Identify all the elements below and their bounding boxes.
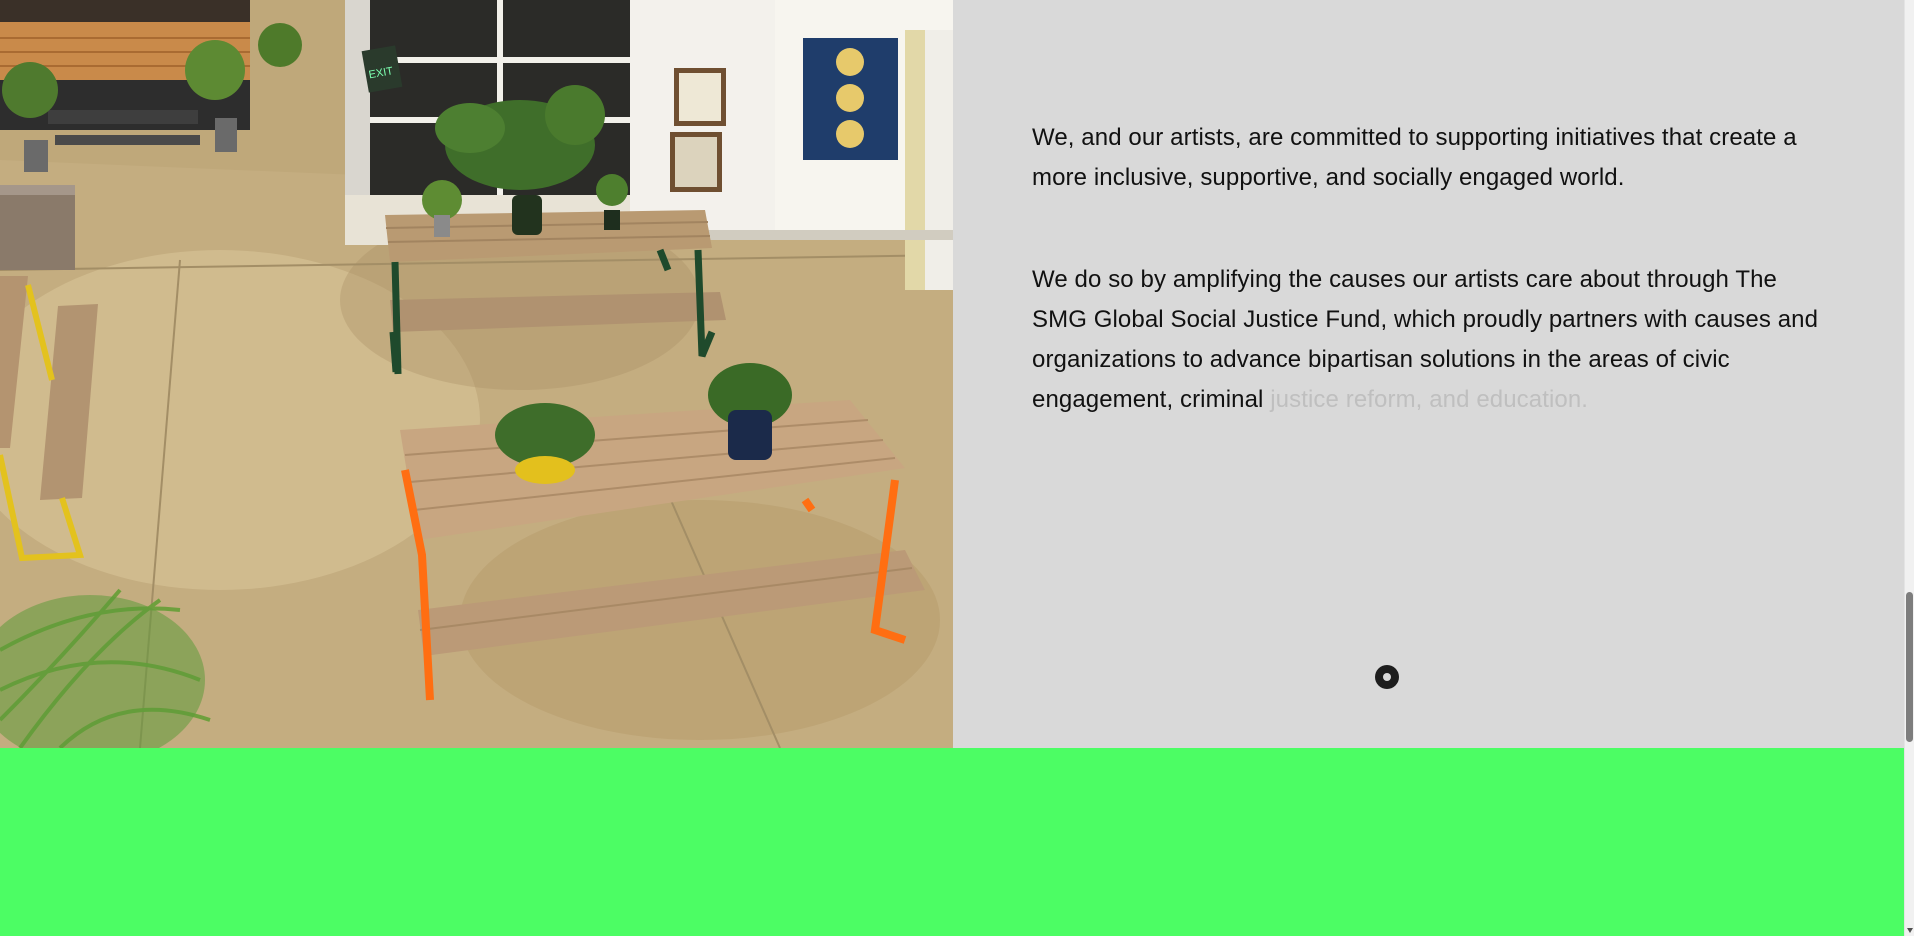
scrollbar-thumb[interactable]	[1906, 592, 1913, 742]
social-justice-text-panel: We, and our artists, are committed to su…	[953, 0, 1904, 748]
record-dot-icon[interactable]	[1375, 665, 1399, 689]
office-courtyard-image: EXIT	[0, 0, 953, 748]
office-courtyard-photo: EXIT	[0, 0, 953, 748]
fund-paragraph-faded: justice reform, and education.	[1270, 386, 1589, 413]
mission-copy: We, and our artists, are committed to su…	[1032, 118, 1832, 482]
page: EXIT We, and our artists, are committed …	[0, 0, 1904, 936]
fund-paragraph: We do so by amplifying the causes our ar…	[1032, 260, 1832, 420]
scroll-down-arrow-icon[interactable]	[1907, 928, 1913, 933]
page-scrollbar[interactable]	[1904, 0, 1914, 936]
mission-paragraph: We, and our artists, are committed to su…	[1032, 124, 1797, 191]
green-section-band	[0, 748, 1904, 936]
